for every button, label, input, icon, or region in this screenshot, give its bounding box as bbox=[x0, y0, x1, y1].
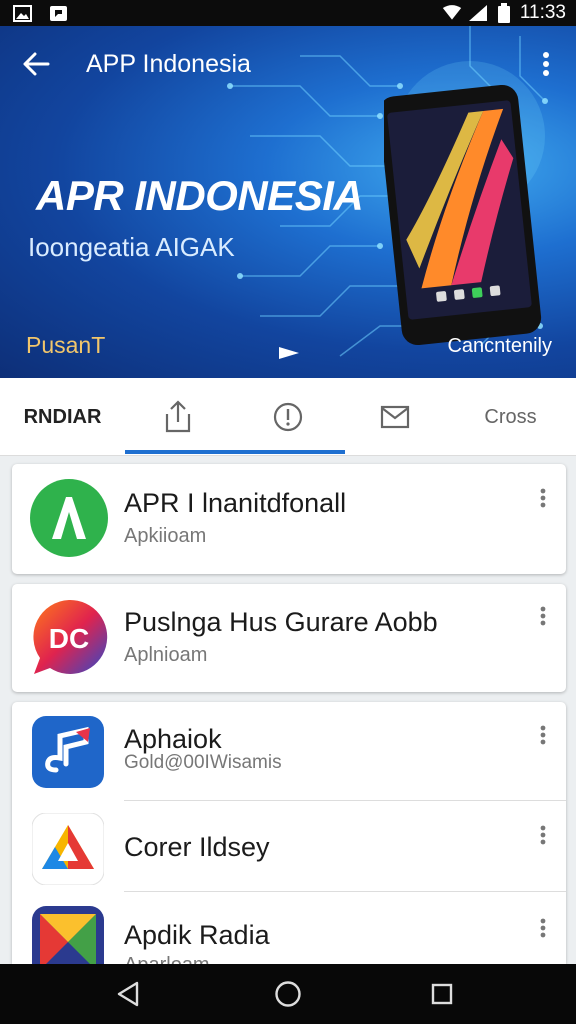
system-nav-bar bbox=[0, 964, 576, 1024]
tab-label: Cross bbox=[484, 405, 537, 428]
app-subtitle: Apkiioam bbox=[124, 525, 207, 547]
hero-title: APR INDONESIA bbox=[36, 172, 364, 219]
smartphone-illustration bbox=[384, 84, 542, 346]
hero-left-label: PusanT bbox=[26, 332, 106, 358]
mail-icon bbox=[380, 405, 410, 429]
signal-icon bbox=[468, 4, 488, 22]
hero-banner: APP Indonesia APR INDONESIA Ioongeatia A… bbox=[0, 26, 576, 378]
back-arrow-icon[interactable] bbox=[18, 46, 54, 82]
tab-share[interactable] bbox=[125, 378, 230, 456]
blue-music-app-icon bbox=[32, 716, 104, 788]
active-tab-indicator bbox=[125, 450, 345, 454]
green-a-app-icon bbox=[30, 479, 108, 557]
triangle-logo-app-icon bbox=[32, 813, 104, 885]
svg-text:DC: DC bbox=[49, 623, 89, 654]
more-vert-icon[interactable] bbox=[534, 722, 552, 748]
tab-mail[interactable] bbox=[345, 378, 445, 456]
app-subtitle: Aplnioam bbox=[124, 644, 208, 666]
colorful-x-app-icon bbox=[32, 906, 104, 964]
image-icon bbox=[12, 4, 32, 22]
more-vert-icon[interactable] bbox=[534, 485, 552, 511]
tab-info[interactable] bbox=[230, 378, 345, 456]
list-item[interactable]: Aphaiok Gold@00IWisamis bbox=[12, 702, 566, 800]
more-vert-icon[interactable] bbox=[532, 46, 560, 82]
app-list-card: Aphaiok Gold@00IWisamis Corer Ildsey Apd… bbox=[12, 702, 566, 964]
app-title: APP Indonesia bbox=[86, 50, 251, 78]
battery-icon bbox=[494, 3, 514, 23]
back-triangle-icon[interactable] bbox=[110, 976, 146, 1012]
dc-chat-app-icon: DC bbox=[33, 599, 108, 674]
list-item[interactable]: Apdik Radia Aparloam bbox=[12, 892, 566, 964]
hero-right-label: Cancntenily bbox=[447, 335, 552, 357]
tab-cross[interactable]: Cross bbox=[445, 378, 576, 456]
recents-square-icon[interactable] bbox=[424, 976, 460, 1012]
share-icon bbox=[165, 400, 190, 433]
app-subtitle: Gold@00IWisamis bbox=[124, 752, 282, 773]
status-time: 11:33 bbox=[519, 2, 566, 23]
notification-icon bbox=[48, 4, 68, 22]
list-item[interactable]: Corer Ildsey bbox=[12, 801, 566, 891]
info-icon bbox=[273, 402, 302, 432]
app-subtitle: Aparloam bbox=[124, 954, 210, 964]
app-name: Corer Ildsey bbox=[124, 832, 270, 862]
app-card[interactable]: APR I lnanitdfonall Apkiioam bbox=[12, 464, 566, 574]
app-name: Puslnga Hus Gurare Aobb bbox=[124, 607, 438, 637]
tab-label: RNDIAR bbox=[23, 405, 102, 428]
tab-rndiar[interactable]: RNDIAR bbox=[0, 378, 125, 456]
more-vert-icon[interactable] bbox=[534, 822, 552, 848]
hero-subtitle: Ioongeatia AIGAK bbox=[28, 232, 235, 262]
more-vert-icon[interactable] bbox=[534, 915, 552, 941]
more-vert-icon[interactable] bbox=[534, 603, 552, 629]
app-card[interactable]: DC Puslnga Hus Gurare Aobb Aplnioam bbox=[12, 584, 566, 692]
app-name: APR I lnanitdfonall bbox=[124, 488, 347, 518]
home-circle-icon[interactable] bbox=[270, 976, 306, 1012]
play-indicator-icon bbox=[279, 347, 299, 359]
app-bar: APP Indonesia bbox=[0, 40, 576, 88]
wifi-icon bbox=[442, 4, 462, 22]
tab-bar: RNDIAR Cross bbox=[0, 378, 576, 456]
app-name: Aphaiok bbox=[124, 724, 222, 754]
status-bar: 11:33 bbox=[0, 0, 576, 26]
app-name: Apdik Radia bbox=[124, 920, 270, 950]
